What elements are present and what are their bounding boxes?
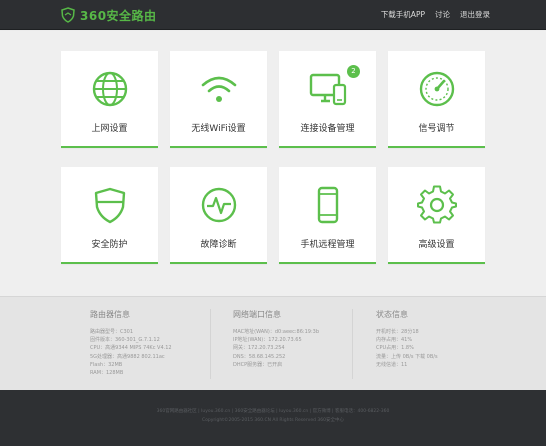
main-grid: 上网设置 无线WiFi设置 2 连接设备管理 信号调节 安全防护 故障诊断 手机… [0, 31, 546, 296]
shield-logo-icon [61, 7, 75, 23]
wan-info: 网络端口信息 MAC地址(WAN)：d0:aeec:86:19:3b IP地址(… [233, 309, 319, 369]
tile-security[interactable]: 安全防护 [61, 167, 158, 264]
tile-label: 上网设置 [91, 124, 128, 134]
tile-label: 连接设备管理 [300, 124, 355, 134]
device-count-badge: 2 [347, 65, 360, 78]
info-row: 流量：上传 0B/s 下载 0B/s [376, 353, 438, 360]
info-row: 开机时长：28分18 [376, 329, 419, 335]
logo-text: 360安全路由 [80, 8, 157, 23]
shield-icon [94, 187, 125, 224]
divider [210, 309, 211, 379]
info-row: MAC地址(WAN)：d0:aeec:86:19:3b [233, 329, 320, 335]
info-row: 路由器型号：C301 [90, 329, 134, 335]
status-info: 状态信息 开机时长：28分18 内存占用：41% CPU占用：1.8% 流量：上… [376, 309, 438, 369]
info-row: 内存占用：41% [376, 337, 413, 344]
tile-diagnostics[interactable]: 故障诊断 [170, 167, 267, 264]
info-row: 无线信道：11 [376, 361, 408, 368]
router-info-title: 路由器信息 [90, 310, 130, 319]
info-row: Flash：32MB [90, 361, 123, 368]
divider [352, 309, 353, 379]
discuss-link[interactable]: 讨论 [435, 9, 450, 20]
tile-advanced-settings[interactable]: 高级设置 [388, 167, 485, 264]
logout-link[interactable]: 退出登录 [460, 9, 490, 20]
info-row: 5G处理器：高通9882 802.11ac [90, 353, 165, 360]
info-row: CPU：高通9344 MIPS 74Kc V4.12 [90, 345, 172, 352]
footer-links[interactable]: 360官网路由器社区 | luyou.360.cn | 360安全路由器论坛 |… [0, 408, 546, 414]
logo[interactable]: 360安全路由 [60, 5, 157, 25]
tile-signal-adjust[interactable]: 信号调节 [388, 51, 485, 148]
footer: 360官网路由器社区 | luyou.360.cn | 360安全路由器论坛 |… [0, 390, 546, 446]
info-row: CPU占用：1.8% [376, 345, 414, 352]
info-row: 固件版本：360-301_G.7.1.12 [90, 337, 160, 344]
info-row: DHCP服务器：已开启 [233, 361, 283, 368]
info-row: RAM：128MB [90, 370, 124, 377]
pulse-icon [201, 187, 236, 223]
tile-label: 故障诊断 [200, 240, 237, 250]
tile-label: 高级设置 [418, 240, 455, 250]
tile-label: 无线WiFi设置 [191, 124, 246, 134]
info-row: IP地址(WAN)：172.20.73.65 [233, 337, 302, 344]
info-row: 网关：172.20.73.254 [233, 345, 285, 352]
top-nav: 下载手机APP 讨论 退出登录 [381, 9, 490, 20]
status-info-title: 状态信息 [376, 310, 408, 319]
info-panel: 路由器信息 路由器型号：C301 固件版本：360-301_G.7.1.12 C… [0, 296, 546, 390]
download-app-link[interactable]: 下载手机APP [381, 9, 425, 20]
info-row: DNS：58.68.145.252 [233, 353, 286, 360]
router-info: 路由器信息 路由器型号：C301 固件版本：360-301_G.7.1.12 C… [90, 309, 172, 377]
tile-label: 手机远程管理 [300, 240, 355, 250]
tile-internet-settings[interactable]: 上网设置 [61, 51, 158, 148]
wan-info-title: 网络端口信息 [233, 310, 281, 319]
tile-label: 信号调节 [418, 124, 455, 134]
tile-device-management[interactable]: 2 连接设备管理 [279, 51, 376, 148]
copyright: Copyright©2005-2015 360.CN All Rights Re… [201, 418, 344, 423]
gauge-icon [419, 71, 454, 107]
wifi-icon [201, 76, 236, 102]
gear-icon [416, 185, 457, 224]
devices-icon [309, 73, 346, 106]
globe-icon [92, 71, 127, 107]
top-bar: 360安全路由 下载手机APP 讨论 退出登录 [0, 0, 546, 30]
tile-remote-management[interactable]: 手机远程管理 [279, 167, 376, 264]
tile-wifi-settings[interactable]: 无线WiFi设置 [170, 51, 267, 148]
phone-icon [317, 186, 338, 224]
tile-label: 安全防护 [91, 240, 128, 250]
